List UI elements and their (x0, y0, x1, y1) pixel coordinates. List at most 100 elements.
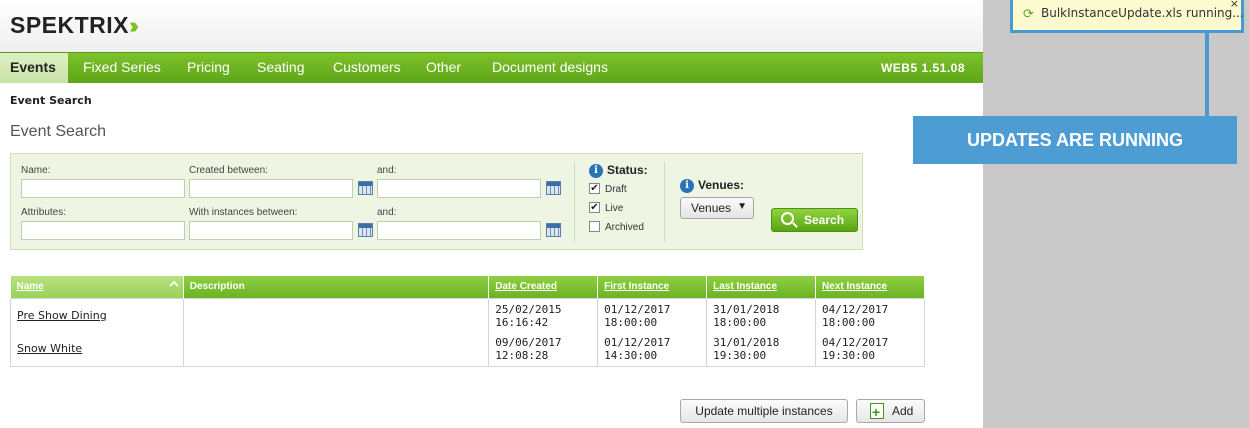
calendar-icon[interactable] (358, 181, 373, 195)
chevron-down-icon: ▼ (737, 201, 747, 212)
main-nav: Events Fixed Series Pricing Seating Cust… (0, 52, 983, 83)
updates-running-callout: UPDATES ARE RUNNING (913, 116, 1237, 164)
nav-item-fixed-series[interactable]: Fixed Series (83, 53, 161, 83)
cell-description (183, 332, 490, 366)
add-button-label: Add (892, 404, 914, 418)
name-input[interactable] (21, 179, 185, 198)
draft-label: Draft (605, 184, 627, 195)
column-header-first-instance[interactable]: First Instance (597, 276, 708, 298)
column-header-name[interactable]: Name (10, 276, 184, 298)
cell-last-instance: 31/01/2018 19:30:00 (706, 332, 817, 366)
sort-first-instance-link[interactable]: First Instance (604, 281, 669, 292)
column-header-description: Description (183, 276, 490, 298)
time-value: 18:00:00 (604, 315, 658, 329)
search-button-label: Search (804, 213, 845, 227)
venues-select[interactable]: Venues ▼ (680, 197, 754, 219)
column-header-date-created[interactable]: Date Created (488, 276, 599, 298)
update-multiple-instances-button[interactable]: Update multiple instances (680, 399, 848, 423)
instances-from-input[interactable] (189, 221, 353, 240)
cell-date-created: 25/02/2015 16:16:42 (488, 298, 599, 332)
cell-first-instance: 01/12/2017 18:00:00 (597, 298, 708, 332)
and-label: and: (377, 165, 397, 176)
calendar-icon[interactable] (358, 223, 373, 237)
sort-next-instance-link[interactable]: Next Instance (822, 281, 887, 292)
time-value: 19:30:00 (713, 349, 767, 362)
sort-date-created-link[interactable]: Date Created (495, 281, 557, 292)
date-value: 31/01/2018 (713, 336, 780, 349)
cell-date-created: 09/06/2017 12:08:28 (488, 332, 599, 366)
draft-checkbox[interactable]: ✔ (589, 183, 600, 194)
nav-item-document-designs[interactable]: Document designs (492, 53, 608, 83)
and-label-2: and: (377, 207, 397, 218)
event-link[interactable]: Snow White (17, 342, 82, 355)
search-panel: Name: Created between: and: Attributes: … (10, 153, 863, 250)
cell-last-instance: 31/01/2018 18:00:00 (706, 298, 817, 332)
live-checkbox[interactable]: ✔ (589, 202, 600, 213)
close-icon[interactable]: × (1230, 0, 1239, 10)
date-value: 04/12/2017 (822, 302, 889, 316)
table-row: Snow White 09/06/2017 12:08:28 01/12/2017… (10, 332, 925, 366)
refresh-icon: ⟳ (1023, 7, 1034, 22)
time-value: 18:00:00 (713, 315, 767, 329)
archived-label: Archived (605, 222, 644, 233)
time-value: 19:30:00 (822, 349, 876, 362)
search-icon (781, 212, 794, 225)
version-label: WEB5 1.51.08 (880, 61, 965, 75)
date-value: 25/02/2015 (495, 302, 562, 316)
venues-title: Venues: (698, 178, 745, 192)
venues-select-value: Venues (691, 201, 732, 215)
attributes-label: Attributes: (21, 207, 67, 218)
date-value: 31/01/2018 (713, 302, 780, 316)
page-title: Event Search (10, 123, 107, 140)
column-header-next-instance[interactable]: Next Instance (815, 276, 925, 298)
sort-ascending-icon (169, 280, 179, 287)
date-value: 09/06/2017 (495, 336, 562, 349)
date-value: 01/12/2017 (604, 336, 671, 349)
header: SPEKTRIX››› (0, 0, 983, 52)
results-table: Name Description Date Created First Inst… (10, 276, 925, 367)
cell-next-instance: 04/12/2017 18:00:00 (815, 298, 925, 332)
table-row: Pre Show Dining 25/02/2015 16:16:42 01/12… (10, 298, 925, 332)
time-value: 12:08:28 (495, 349, 549, 362)
nav-item-seating[interactable]: Seating (257, 53, 304, 83)
info-icon[interactable]: i (680, 179, 694, 193)
archived-checkbox[interactable] (589, 221, 600, 232)
nav-item-other[interactable]: Other (426, 53, 461, 83)
with-instances-label: With instances between: (189, 207, 298, 218)
table-header-row: Name Description Date Created First Inst… (10, 276, 925, 298)
nav-item-pricing[interactable]: Pricing (187, 53, 230, 83)
created-between-label: Created between: (189, 165, 268, 176)
cell-next-instance: 04/12/2017 19:30:00 (815, 332, 925, 366)
time-value: 14:30:00 (604, 349, 658, 362)
calendar-icon[interactable] (546, 223, 561, 237)
side-panel (983, 0, 1249, 428)
add-button[interactable]: Add (856, 399, 925, 423)
event-link[interactable]: Pre Show Dining (17, 309, 107, 322)
notification-toast: ⟳ BulkInstanceUpdate.xls running... × (1010, 0, 1244, 33)
status-title: Status: (607, 163, 648, 177)
cell-name: Snow White (10, 332, 184, 366)
sort-name-link[interactable]: Name (17, 281, 44, 292)
info-icon[interactable]: i (589, 164, 603, 178)
breadcrumb: Event Search (10, 94, 92, 107)
spektrix-logo[interactable]: SPEKTRIX››› (10, 12, 139, 39)
nav-item-events[interactable]: Events (0, 53, 68, 83)
created-to-input[interactable] (377, 179, 541, 198)
live-label: Live (605, 203, 624, 214)
cell-first-instance: 01/12/2017 14:30:00 (597, 332, 708, 366)
sort-last-instance-link[interactable]: Last Instance (713, 281, 777, 292)
instances-to-input[interactable] (377, 221, 541, 240)
cell-name: Pre Show Dining (10, 298, 184, 332)
panel-divider (574, 162, 575, 242)
cell-description (183, 298, 490, 332)
date-value: 04/12/2017 (822, 336, 889, 349)
nav-item-customers[interactable]: Customers (333, 53, 401, 83)
time-value: 18:00:00 (822, 315, 876, 329)
column-header-last-instance[interactable]: Last Instance (706, 276, 817, 298)
logo-text: SPEKTRIX (10, 12, 130, 38)
notification-text: BulkInstanceUpdate.xls running... (1041, 6, 1244, 20)
created-from-input[interactable] (189, 179, 353, 198)
attributes-input[interactable] (21, 221, 185, 240)
search-button[interactable]: Search (771, 208, 858, 232)
calendar-icon[interactable] (546, 181, 561, 195)
